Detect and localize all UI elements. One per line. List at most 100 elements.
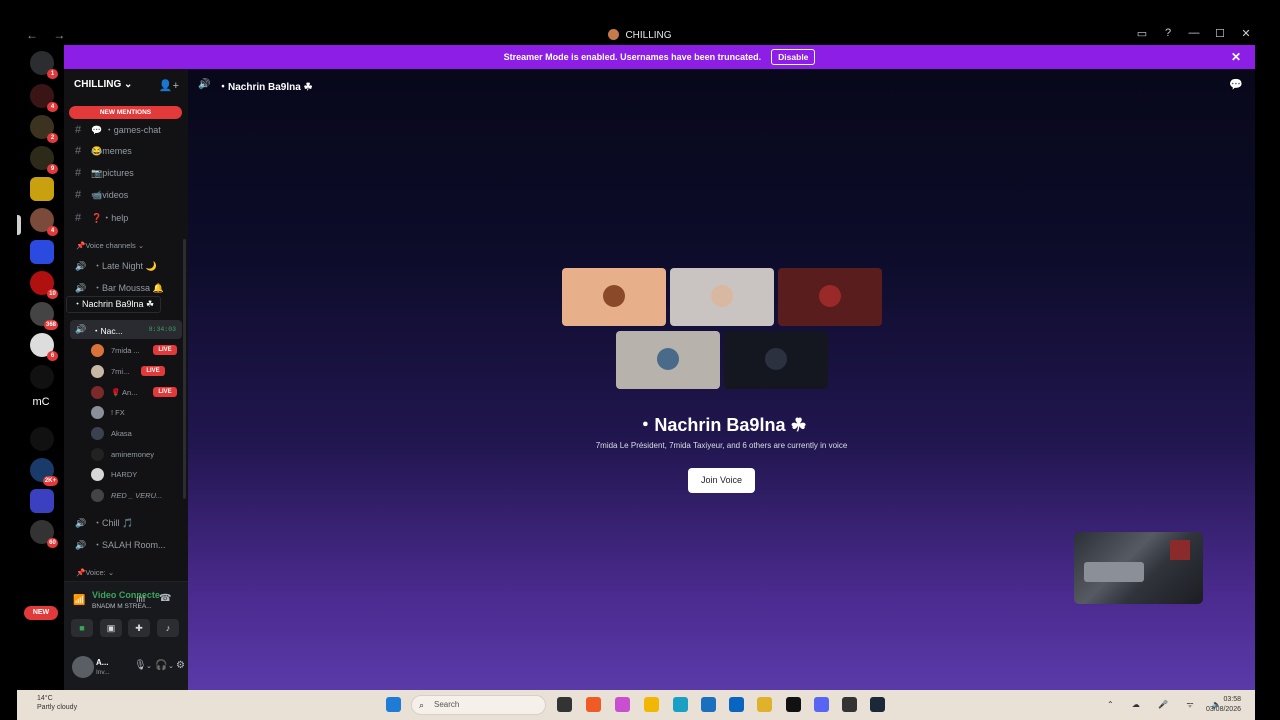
server-icon[interactable]: 4 — [30, 208, 58, 236]
weather-temp: 14°C — [37, 695, 53, 702]
server-name[interactable]: CHILLING ⌄ — [74, 79, 132, 90]
streamer-mode-banner: Streamer Mode is enabled. Usernames have… — [64, 45, 1255, 69]
store-icon[interactable] — [701, 697, 716, 712]
maximize-icon[interactable]: ☐ — [1214, 27, 1226, 40]
file-explorer-icon[interactable] — [644, 697, 659, 712]
server-icon[interactable]: 2 — [30, 115, 58, 143]
voice-channel-salah-room[interactable]: 🔊 ・SALAH Room... — [75, 538, 166, 551]
disconnect-icon[interactable]: ☎ — [159, 593, 171, 604]
chrome-icon[interactable] — [757, 697, 772, 712]
discord-icon[interactable] — [814, 697, 829, 712]
server-icon[interactable]: 4 — [30, 84, 58, 112]
avatar — [91, 344, 104, 357]
windows-start-icon[interactable] — [386, 697, 401, 712]
avatar[interactable] — [72, 656, 94, 678]
server-icon[interactable] — [30, 177, 54, 201]
folder-icon[interactable] — [30, 489, 54, 513]
voice-category[interactable]: 📌Voice: ⌄ — [76, 568, 114, 577]
voice-user[interactable]: RED _ VERU... — [91, 487, 181, 504]
voice-user[interactable]: 🌹 An... LIVE — [91, 384, 181, 401]
voice-user[interactable]: aminemoney — [91, 446, 181, 463]
voice-channel-chill[interactable]: 🔊 ・Chill 🎵 — [75, 516, 133, 529]
soundboard-button[interactable]: ♪ — [157, 619, 179, 637]
avatar — [91, 468, 104, 481]
noise-suppression-icon[interactable]: ılıl — [136, 594, 145, 604]
chevron-down-icon[interactable]: ⌄ — [146, 662, 152, 670]
voice-connected-subtitle[interactable]: BNADM M STREA... — [92, 603, 152, 610]
server-icon[interactable]: 368 — [30, 302, 58, 330]
copilot-icon[interactable] — [615, 697, 630, 712]
text-channel-pictures[interactable]: # 📷pictures — [75, 167, 134, 179]
server-icon[interactable]: 6 — [30, 333, 58, 361]
speaker-icon: 🔊 — [75, 261, 87, 271]
voice-channel-active[interactable]: 🔊 ・Nac... 8:34:03 — [70, 320, 182, 339]
terminal-icon[interactable] — [786, 697, 801, 712]
text-channel-memes[interactable]: # 😂memes — [75, 145, 132, 157]
voice-user[interactable]: 7mida ... LIVE — [91, 342, 181, 359]
participant-tile[interactable] — [778, 268, 882, 326]
text-channel-help[interactable]: # ❓・help — [75, 211, 128, 224]
weather-widget[interactable]: 14°C Partly cloudy — [37, 694, 77, 712]
participant-tile[interactable] — [724, 331, 828, 389]
voice-channel-late-night[interactable]: 🔊 ・Late Night 🌙 — [75, 259, 157, 272]
avatar — [711, 285, 733, 307]
chevron-down-icon[interactable]: ⌄ — [168, 662, 174, 670]
voice-user[interactable]: HARDY — [91, 466, 181, 483]
task-view-icon[interactable] — [557, 697, 572, 712]
voice-channel-view: 🔊 ・Nachrin Ba9lna ☘ 💬 ・Nachrin Ba9lna ☘ … — [188, 69, 1255, 690]
chat-icon[interactable]: 💬 — [1229, 78, 1243, 91]
add-member-icon[interactable]: 👤+ — [159, 79, 179, 92]
screen-share-button[interactable]: ▣ — [100, 619, 122, 637]
text-channel-videos[interactable]: # 📹videos — [75, 189, 128, 201]
headphones-icon[interactable]: 🎧 — [155, 660, 167, 671]
server-mc-label[interactable]: mC — [27, 396, 55, 408]
edge-icon[interactable] — [673, 697, 688, 712]
outlook-icon[interactable] — [729, 697, 744, 712]
server-icon[interactable]: 2K+ — [30, 458, 58, 486]
hash-icon: # — [75, 189, 82, 201]
clock[interactable]: 03:58 03/08/2026 — [1206, 695, 1241, 715]
server-rail: 1 4 2 9 4 10 368 6 mC 2K+ 60 NEW — [17, 45, 64, 690]
steam-icon[interactable] — [870, 697, 885, 712]
participant-tile[interactable] — [616, 331, 720, 389]
server-icon[interactable] — [30, 240, 54, 264]
search-icon: ⌕ — [419, 700, 425, 710]
signal-icon[interactable]: 📶 — [73, 595, 85, 606]
inbox-icon[interactable]: ▭ — [1136, 27, 1148, 40]
gear-icon[interactable]: ⚙ — [176, 660, 185, 671]
voice-channel-title: ・Nachrin Ba9lna ☘ — [636, 415, 807, 435]
avatar — [91, 427, 104, 440]
new-mentions-badge[interactable]: NEW MENTIONS — [69, 106, 182, 119]
server-icon[interactable]: 10 — [30, 271, 58, 299]
close-icon[interactable]: ✕ — [1240, 27, 1252, 40]
server-icon[interactable] — [30, 365, 54, 389]
banner-close-icon[interactable]: ✕ — [1231, 50, 1241, 64]
taskbar-search[interactable]: ⌕ Search — [411, 695, 546, 715]
disable-button[interactable]: Disable — [771, 49, 816, 65]
sidebar-scrollbar[interactable] — [183, 239, 186, 499]
server-icon[interactable]: 9 — [30, 146, 58, 174]
help-icon[interactable]: ? — [1162, 27, 1174, 40]
minimize-icon[interactable]: — — [1188, 27, 1200, 40]
stream-preview[interactable] — [1074, 532, 1203, 604]
username[interactable]: A... — [96, 658, 108, 667]
activities-button[interactable]: ✚ — [128, 619, 150, 637]
server-icon[interactable] — [30, 427, 54, 451]
participant-tile[interactable] — [562, 268, 666, 326]
brave-icon[interactable] — [586, 697, 601, 712]
microphone-icon[interactable]: 🎙 — [134, 660, 147, 671]
join-voice-button[interactable]: Join Voice — [688, 468, 755, 493]
channel-header-title: ・Nachrin Ba9lna ☘ — [218, 82, 313, 93]
weather-desc: Partly cloudy — [37, 704, 78, 711]
participant-tile[interactable] — [670, 268, 774, 326]
discord-home-icon[interactable]: 1 — [30, 51, 58, 79]
voice-user[interactable]: Akasa — [91, 425, 181, 442]
voice-user[interactable]: 7mi... LIVE — [91, 363, 181, 380]
app-icon[interactable] — [842, 697, 857, 712]
voice-channels-category[interactable]: 📌Voice channels ⌄ — [76, 241, 144, 250]
text-channel-games-chat[interactable]: # 💬 ・games-chat — [75, 123, 161, 136]
server-icon[interactable]: 60 — [30, 520, 58, 548]
voice-channel-bar-moussa[interactable]: 🔊 ・Bar Moussa 🔔 — [75, 281, 164, 294]
camera-button[interactable]: ■ — [71, 619, 93, 637]
voice-user[interactable]: ! FX — [91, 404, 181, 421]
